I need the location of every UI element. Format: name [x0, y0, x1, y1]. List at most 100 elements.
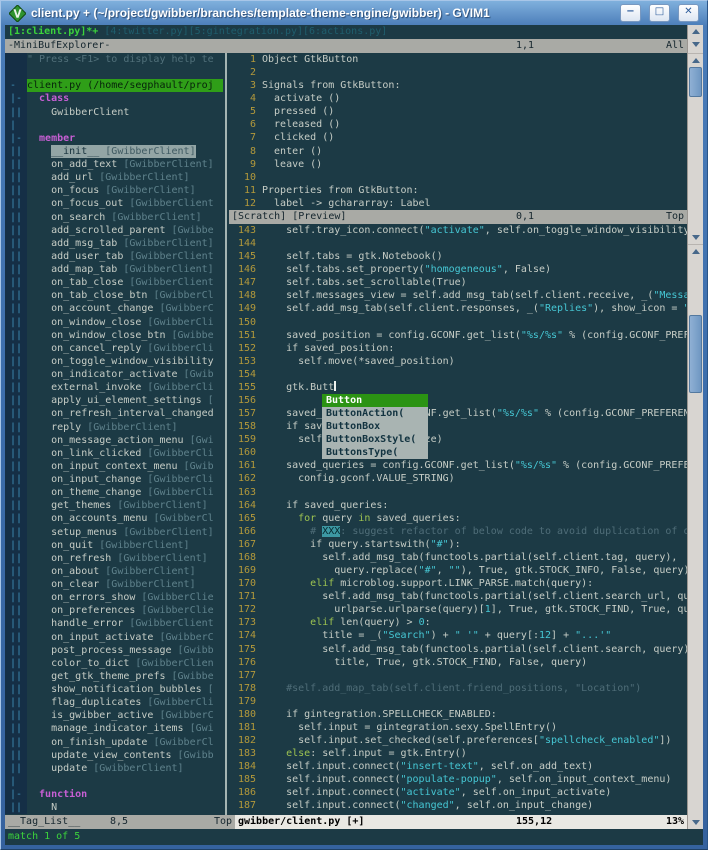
tag-list-row[interactable]: || on_input_change [GwibberCli	[5, 473, 223, 487]
tag-list-row[interactable]: || color_to_dict [GwibberClien	[5, 656, 223, 670]
tag-list-row[interactable]: || add_scrolled_parent [Gwibbe	[5, 223, 223, 237]
tag-list-row[interactable]: || on_cancel_reply [GwibberCli	[5, 341, 223, 355]
fold-marker-icon[interactable]: ||	[5, 236, 27, 250]
code-line[interactable]: 173 elif len(query) > 0:	[229, 616, 687, 629]
tag-list-row[interactable]: || handle_error [GwibberClient	[5, 617, 223, 631]
code-line[interactable]: 177	[229, 669, 687, 682]
fold-marker-icon[interactable]: |-	[5, 788, 27, 802]
tag-list-row[interactable]: || on_tab_close [GwibberClient	[5, 276, 223, 290]
tag-list-row[interactable]: || update [GwibberClient]	[5, 761, 223, 775]
code-line[interactable]: 184 self.input.connect("insert-text", se…	[229, 760, 687, 773]
fold-marker-icon[interactable]: ||	[5, 184, 27, 198]
main-editor-window[interactable]: 143 self.tray_icon.connect("activate", s…	[229, 224, 687, 815]
code-line[interactable]: 168 self.add_msg_tab(functools.partial(s…	[229, 551, 687, 564]
preview-scrollbar[interactable]	[688, 53, 703, 244]
fold-marker-icon[interactable]: ||	[5, 696, 27, 710]
preview-line[interactable]: 7 clicked ()	[229, 131, 687, 144]
tag-list-row[interactable]: || on_input_activate [GwibberC	[5, 630, 223, 644]
code-line[interactable]: 148 self.messages_view = self.add_msg_ta…	[229, 289, 687, 302]
code-line[interactable]: 179	[229, 695, 687, 708]
tag-list-row[interactable]: || show_notification_bubbles [	[5, 683, 223, 697]
tag-list-row[interactable]: || add_map_tab [GwibberClient]	[5, 263, 223, 277]
tag-list-row[interactable]: || manage_indicator_items [Gwi	[5, 722, 223, 736]
tag-list-window[interactable]: " Press <F1> to display help te - client.p…	[5, 53, 223, 815]
tag-list-row[interactable]: || is_gwibber_active [GwibberC	[5, 709, 223, 723]
main-scrollbar[interactable]	[688, 244, 703, 829]
code-line[interactable]: 180 if gintegration.SPELLCHECK_ENABLED:	[229, 708, 687, 721]
tag-list-row[interactable]: || __init__ [GwibberClient]	[5, 144, 223, 158]
fold-marker-icon[interactable]: |	[5, 118, 27, 132]
tag-list-row[interactable]: || on_theme_change [GwibberCli	[5, 486, 223, 500]
fold-marker-icon[interactable]: ||	[5, 144, 27, 158]
preview-statusline[interactable]: [Scratch] [Preview] 0,1 Top	[229, 210, 687, 224]
tag-list-row[interactable]: || on_add_text [GwibberClient]	[5, 158, 223, 172]
fold-marker-icon[interactable]: ||	[5, 223, 27, 237]
close-button[interactable]: ✕	[678, 4, 699, 22]
code-line[interactable]: 164 if saved_queries:	[229, 499, 687, 512]
code-line[interactable]: 152 if saved_position:	[229, 342, 687, 355]
fold-marker-icon[interactable]: ||	[5, 197, 27, 211]
fold-marker-icon[interactable]: ||	[5, 249, 27, 263]
preview-line[interactable]: 3 Signals from GtkButton:	[229, 79, 687, 92]
code-line[interactable]: 145 self.tabs = gtk.Notebook()	[229, 250, 687, 263]
tag-list-row[interactable]: || on_finish_update [GwibberCl	[5, 735, 223, 749]
code-line[interactable]: 165 for query in saved_queries:	[229, 512, 687, 525]
code-line[interactable]: 186 self.input.connect("activate", self.…	[229, 786, 687, 799]
fold-marker-icon[interactable]: ||	[5, 656, 27, 670]
maximize-button[interactable]: □	[649, 4, 670, 22]
fold-marker-icon[interactable]: ||	[5, 263, 27, 277]
main-scrollbar-thumb[interactable]	[689, 315, 702, 393]
fold-marker-icon[interactable]: ||	[5, 761, 27, 775]
tag-list-row[interactable]: || on_clear [GwibberClient]	[5, 578, 223, 592]
code-line[interactable]: 175 self.add_msg_tab(functools.partial(s…	[229, 643, 687, 656]
fold-marker-icon[interactable]: |-	[5, 92, 27, 106]
preview-line[interactable]: 8 enter ()	[229, 145, 687, 158]
code-line[interactable]: 163	[229, 486, 687, 499]
fold-marker-icon[interactable]: ||	[5, 643, 27, 657]
tag-list-row[interactable]: || on_focus_out [GwibberClient	[5, 197, 223, 211]
titlebar[interactable]: client.py + (~/project/gwibber/branches/…	[5, 1, 703, 25]
code-line[interactable]: 155 gtk.Butt	[229, 380, 687, 394]
code-line[interactable]: 143 self.tray_icon.connect("activate", s…	[229, 224, 687, 237]
minibuf-scrollbar[interactable]	[688, 25, 703, 53]
fold-marker-icon[interactable]: ||	[5, 171, 27, 185]
preview-line[interactable]: 11 Properties from GtkButton:	[229, 184, 687, 197]
tag-list-row[interactable]: || on_errors_show [GwibberClie	[5, 591, 223, 605]
code-line[interactable]: 162 config.gconf.VALUE_STRING)	[229, 472, 687, 485]
tag-list-row[interactable]: || add_user_tab [GwibberClient	[5, 249, 223, 263]
code-line[interactable]: 170 elif microblog.support.LINK_PARSE.ma…	[229, 577, 687, 590]
fold-marker-icon[interactable]: ||	[5, 302, 27, 316]
minibuf-scroll-down-icon[interactable]	[688, 38, 703, 51]
tag-list-row[interactable]: || reply [GwibberClient]	[5, 420, 223, 434]
fold-marker-icon[interactable]: ||	[5, 617, 27, 631]
code-line[interactable]: 151 saved_position = config.GCONF.get_li…	[229, 329, 687, 342]
completion-item[interactable]: ButtonsType(	[322, 446, 428, 459]
taglist-statusline[interactable]: __Tag_List__ 8,5 Top	[5, 815, 235, 829]
main-scroll-up-icon[interactable]	[688, 245, 703, 258]
tag-list-row[interactable]: || add_url [GwibberClient]	[5, 171, 223, 185]
completion-item[interactable]: ButtonBox	[322, 420, 428, 433]
fold-marker-icon[interactable]: ||	[5, 722, 27, 736]
preview-line[interactable]: 9 leave ()	[229, 158, 687, 171]
fold-marker-icon[interactable]: ||	[5, 446, 27, 460]
tag-list-row[interactable]: || update_view_contents [Gwibb	[5, 748, 223, 762]
code-line[interactable]: 172 urlparse.urlparse(query)[1], True, g…	[229, 603, 687, 616]
main-statusline[interactable]: gwibber/client.py [+] 155,12 13%	[235, 815, 687, 829]
code-line[interactable]: 183 else: self.input = gtk.Entry()	[229, 747, 687, 760]
fold-marker-icon[interactable]: ||	[5, 538, 27, 552]
code-line[interactable]: 178 #self.add_map_tab(self.client.friend…	[229, 682, 687, 695]
fold-marker-icon[interactable]: ||	[5, 748, 27, 762]
fold-marker-icon[interactable]: ||	[5, 459, 27, 473]
tag-list-row[interactable]: || on_account_change [GwibberC	[5, 302, 223, 316]
tag-list-row[interactable]: || on_quit [GwibberClient]	[5, 538, 223, 552]
tag-list-row[interactable]: || on_refresh_interval_changed	[5, 407, 223, 421]
preview-line[interactable]: 6 released ()	[229, 118, 687, 131]
buffer-tabs-inactive[interactable]: [4:twitter.py][5:gintegration.py][6:acti…	[98, 26, 387, 37]
tag-list-row[interactable]: || apply_ui_element_settings [	[5, 394, 223, 408]
preview-scroll-up-icon[interactable]	[688, 54, 703, 67]
tag-list-row[interactable]: || on_refresh [GwibberClient]	[5, 551, 223, 565]
fold-marker-icon[interactable]: ||	[5, 709, 27, 723]
fold-marker-icon[interactable]: ||	[5, 486, 27, 500]
preview-line[interactable]: 10	[229, 171, 687, 184]
fold-marker-icon[interactable]: ||	[5, 276, 27, 290]
